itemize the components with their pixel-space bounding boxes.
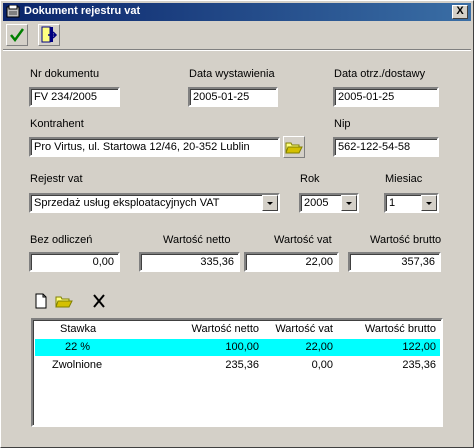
dialog-window: Dokument rejestru vat X Nr dokumentu FV … <box>0 0 474 448</box>
rok-value: 2005 <box>304 197 329 209</box>
chevron-down-icon[interactable] <box>262 195 278 211</box>
wartosc-netto-field[interactable]: 335,36 <box>139 252 240 272</box>
delete-row-button[interactable] <box>89 291 111 313</box>
table-row[interactable]: Zwolnione 235,36 0,00 235,36 <box>35 357 440 374</box>
rejestr-value: Sprzedaż usług eksploatacyjnych VAT <box>34 197 220 209</box>
nr-dokumentu-field[interactable]: FV 234/2005 <box>29 87 120 107</box>
wartosc-vat-label: Wartość vat <box>274 234 332 246</box>
open-folder-icon <box>285 142 303 154</box>
exit-door-icon <box>41 26 58 43</box>
window-title: Dokument rejestru vat <box>24 5 141 17</box>
kontrahent-field[interactable]: Pro Virtus, ul. Startowa 12/46, 20-352 L… <box>29 137 280 157</box>
edit-row-button[interactable] <box>54 291 76 313</box>
rejestr-label: Rejestr vat <box>30 173 83 185</box>
title-bar[interactable]: Dokument rejestru vat X <box>3 3 471 21</box>
nip-label: Nip <box>334 118 351 130</box>
nip-field[interactable]: 562-122-54-58 <box>333 137 439 157</box>
wartosc-netto-label: Wartość netto <box>163 234 231 246</box>
chevron-down-icon[interactable] <box>341 195 357 211</box>
toolbar-separator <box>3 49 471 51</box>
miesiac-label: Miesiac <box>385 173 423 185</box>
data-otrz-field[interactable]: 2005-01-25 <box>333 87 439 107</box>
miesiac-select[interactable]: 1 <box>384 193 439 213</box>
cell-vat: 0,00 <box>311 359 333 371</box>
cell-vat: 22,00 <box>305 341 333 353</box>
bez-odliczen-field[interactable]: 0,00 <box>29 252 120 272</box>
app-icon <box>6 5 20 18</box>
data-otrz-label: Data otrz./dostawy <box>334 68 426 80</box>
cell-stawka: 22 % <box>65 341 91 353</box>
delete-x-icon <box>93 294 105 308</box>
table-row[interactable]: 22 % 100,00 22,00 122,00 <box>35 339 440 356</box>
vat-rates-grid[interactable]: Stawka Wartość netto Wartość vat Wartość… <box>31 318 443 427</box>
new-document-icon <box>35 293 47 309</box>
wartosc-brutto-field[interactable]: 357,36 <box>348 252 441 272</box>
chevron-down-icon[interactable] <box>421 195 437 211</box>
kontrahent-label: Kontrahent <box>30 118 84 130</box>
data-wystawienia-field[interactable]: 2005-01-25 <box>188 87 278 107</box>
bez-odliczen-label: Bez odliczeń <box>30 234 93 246</box>
nr-dokumentu-label: Nr dokumentu <box>30 68 100 80</box>
column-header-netto[interactable]: Wartość netto <box>192 323 259 335</box>
new-row-button[interactable] <box>31 291 53 313</box>
checkmark-icon <box>10 28 25 43</box>
wartosc-vat-field[interactable]: 22,00 <box>244 252 339 272</box>
cell-brutto: 122,00 <box>402 341 436 353</box>
wartosc-brutto-label: Wartość brutto <box>370 234 442 246</box>
column-header-brutto[interactable]: Wartość brutto <box>365 323 436 335</box>
cell-brutto: 235,36 <box>402 359 436 371</box>
cell-netto: 235,36 <box>225 359 259 371</box>
grid-header: Stawka Wartość netto Wartość vat Wartość… <box>35 321 440 337</box>
column-header-stawka[interactable]: Stawka <box>60 323 96 335</box>
browse-kontrahent-button[interactable] <box>283 136 305 158</box>
cell-stawka: Zwolnione <box>52 359 103 371</box>
data-wystawienia-label: Data wystawienia <box>189 68 275 80</box>
column-header-vat[interactable]: Wartość vat <box>275 323 333 335</box>
exit-button[interactable] <box>38 24 60 46</box>
rok-label: Rok <box>300 173 320 185</box>
miesiac-value: 1 <box>389 197 396 209</box>
rejestr-select[interactable]: Sprzedaż usług eksploatacyjnych VAT <box>29 193 280 213</box>
rok-select[interactable]: 2005 <box>299 193 359 213</box>
accept-button[interactable] <box>6 24 28 46</box>
close-button[interactable]: X <box>452 5 468 19</box>
cell-netto: 100,00 <box>225 341 259 353</box>
open-folder-icon <box>55 296 73 308</box>
